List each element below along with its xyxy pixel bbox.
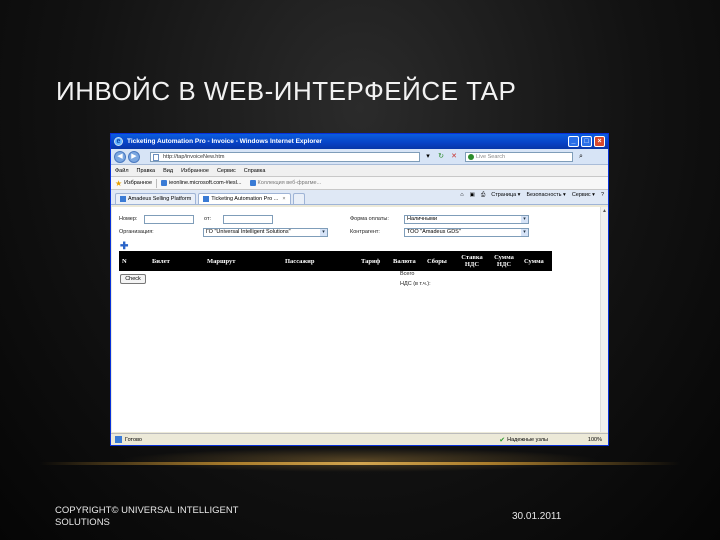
col-amount: Сумма bbox=[524, 257, 544, 265]
col-passenger: Пассажир bbox=[285, 257, 315, 265]
tab-amadeus[interactable]: Amadeus Selling Platform bbox=[115, 193, 197, 204]
col-fare: Тариф bbox=[361, 257, 381, 265]
stop-icon[interactable]: ✕ bbox=[449, 152, 459, 162]
home-icon[interactable]: ⌂ bbox=[460, 192, 463, 199]
address-value: http://tap/invoiceNew.htm bbox=[163, 153, 225, 160]
chevron-down-icon: ▾ bbox=[521, 216, 528, 223]
favorites-star-icon: ★ bbox=[115, 178, 123, 188]
payment-value: Наличными bbox=[407, 216, 438, 222]
date-field[interactable] bbox=[223, 215, 273, 224]
close-button[interactable]: × bbox=[594, 136, 605, 147]
page-icon bbox=[203, 196, 210, 202]
back-button[interactable]: ◀ bbox=[114, 150, 126, 163]
chevron-down-icon: ▾ bbox=[320, 229, 327, 236]
address-dropdown-icon[interactable]: ▾ bbox=[423, 152, 433, 162]
organization-select[interactable]: ГО "Universal Intelligent Solutions" ▾ bbox=[203, 228, 328, 237]
status-text: Готово bbox=[125, 436, 142, 443]
window-title: Ticketing Automation Pro - Invoice - Win… bbox=[127, 138, 322, 145]
col-vat-rate: Ставка НДС bbox=[461, 254, 483, 268]
check-button[interactable]: Check bbox=[120, 274, 146, 284]
menu-tools[interactable]: Сервис bbox=[217, 168, 236, 174]
agent-select[interactable]: ТОО "Amadeus GDS" ▾ bbox=[404, 228, 529, 237]
fav-link-ieonline[interactable]: ieonline.microsoft.com-#iesl... bbox=[161, 180, 242, 186]
ie-logo-icon: e bbox=[114, 137, 123, 146]
tools-menu[interactable]: Сервис ▾ bbox=[572, 192, 595, 199]
vertical-scrollbar[interactable]: ▲ bbox=[600, 207, 608, 432]
tab-bar: Amadeus Selling Platform Ticketing Autom… bbox=[111, 190, 608, 205]
page-icon bbox=[249, 180, 256, 186]
fav-link-gallery[interactable]: Коллекция веб-фрагме... bbox=[249, 180, 321, 186]
page-menu[interactable]: Страница ▾ bbox=[491, 192, 520, 199]
search-input[interactable]: Live Search bbox=[465, 151, 573, 162]
feeds-icon[interactable]: ▣ bbox=[470, 192, 475, 199]
close-tab-icon[interactable]: × bbox=[282, 196, 285, 202]
col-n: N bbox=[122, 257, 127, 265]
zoom-level[interactable]: 100% bbox=[588, 437, 602, 443]
menu-edit[interactable]: Правка bbox=[137, 168, 156, 174]
address-toolbar: ◀ ▶ http://tap/invoiceNew.htm ▾ ↻ ✕ Live… bbox=[111, 149, 608, 165]
col-fees: Сборы bbox=[427, 257, 447, 265]
number-label: Номер: bbox=[119, 216, 138, 222]
browser-window: e Ticketing Automation Pro - Invoice - W… bbox=[110, 133, 609, 446]
checkmark-icon: ✔ bbox=[499, 436, 506, 444]
maximize-button[interactable]: □ bbox=[581, 136, 592, 147]
col-ticket: Билет bbox=[152, 257, 170, 265]
scroll-up-icon[interactable]: ▲ bbox=[601, 207, 608, 215]
help-icon[interactable]: ? bbox=[601, 192, 604, 199]
tab-tap[interactable]: Ticketing Automation Pro ... × bbox=[198, 193, 291, 204]
menu-file[interactable]: Файл bbox=[115, 168, 129, 174]
safety-menu[interactable]: Безопасность ▾ bbox=[526, 192, 565, 199]
slide-title: ИНВОЙС В WEB-ИНТЕРФЕЙСЕ TAP bbox=[56, 76, 517, 106]
address-input[interactable]: http://tap/invoiceNew.htm bbox=[150, 151, 420, 162]
menu-favorites[interactable]: Избранное bbox=[181, 168, 209, 174]
page-status-icon bbox=[115, 436, 122, 443]
favorites-bar: ★ Избранное ieonline.microsoft.com-#iesl… bbox=[111, 177, 608, 190]
forward-button[interactable]: ▶ bbox=[128, 150, 140, 163]
page-icon bbox=[153, 153, 159, 161]
minimize-button[interactable]: _ bbox=[568, 136, 579, 147]
glow-bloom bbox=[120, 448, 600, 472]
page-icon bbox=[161, 180, 168, 186]
payment-label: Форма оплаты: bbox=[350, 216, 389, 222]
add-row-icon[interactable]: ✚ bbox=[120, 242, 128, 252]
refresh-icon[interactable]: ↻ bbox=[436, 152, 446, 162]
page-icon bbox=[120, 196, 126, 202]
chevron-down-icon: ▾ bbox=[521, 229, 528, 236]
organization-value: ГО "Universal Intelligent Solutions" bbox=[206, 229, 291, 235]
organization-label: Организация: bbox=[119, 229, 154, 235]
status-bar: Готово ✔ Надежные узлы 100% bbox=[111, 433, 608, 445]
menu-bar: Файл Правка Вид Избранное Сервис Справка bbox=[111, 165, 608, 177]
total-label: Всего bbox=[400, 271, 415, 277]
security-zone[interactable]: ✔ Надежные узлы bbox=[499, 436, 548, 444]
accent-line bbox=[40, 462, 680, 465]
footer-date: 30.01.2011 bbox=[512, 511, 562, 522]
date-label: от: bbox=[204, 216, 211, 222]
live-search-icon bbox=[468, 153, 474, 160]
command-bar: ⌂ ▣ ⎙ Страница ▾ Безопасность ▾ Сервис ▾… bbox=[454, 192, 604, 199]
footer-copyright: COPYRIGHT© UNIVERSAL INTELLIGENT SOLUTIO… bbox=[55, 505, 239, 528]
payment-select[interactable]: Наличными ▾ bbox=[404, 215, 529, 224]
new-tab-button[interactable] bbox=[292, 193, 305, 204]
search-icon[interactable]: ⌕ bbox=[576, 152, 586, 162]
col-route: Маршрут bbox=[207, 257, 236, 265]
invoice-grid-header: N Билет Маршрут Пассажир Тариф Валюта Сб… bbox=[119, 251, 552, 271]
menu-view[interactable]: Вид bbox=[163, 168, 173, 174]
col-currency: Валюта bbox=[393, 257, 416, 265]
agent-value: ТОО "Amadeus GDS" bbox=[407, 229, 461, 235]
window-titlebar: e Ticketing Automation Pro - Invoice - W… bbox=[111, 134, 608, 149]
print-icon[interactable]: ⎙ bbox=[481, 192, 485, 199]
agent-label: Контрагент: bbox=[350, 229, 380, 235]
menu-help[interactable]: Справка bbox=[244, 168, 266, 174]
col-vat-amount: Сумма НДС bbox=[494, 254, 514, 268]
page-content: Номер: от: Организация: ГО "Universal In… bbox=[112, 207, 601, 432]
favorites-button[interactable]: Избранное bbox=[124, 180, 152, 186]
divider bbox=[156, 178, 158, 188]
vat-total-label: НДС (в т.ч.): bbox=[400, 281, 431, 287]
number-field[interactable] bbox=[144, 215, 194, 224]
search-placeholder: Live Search bbox=[476, 153, 506, 160]
